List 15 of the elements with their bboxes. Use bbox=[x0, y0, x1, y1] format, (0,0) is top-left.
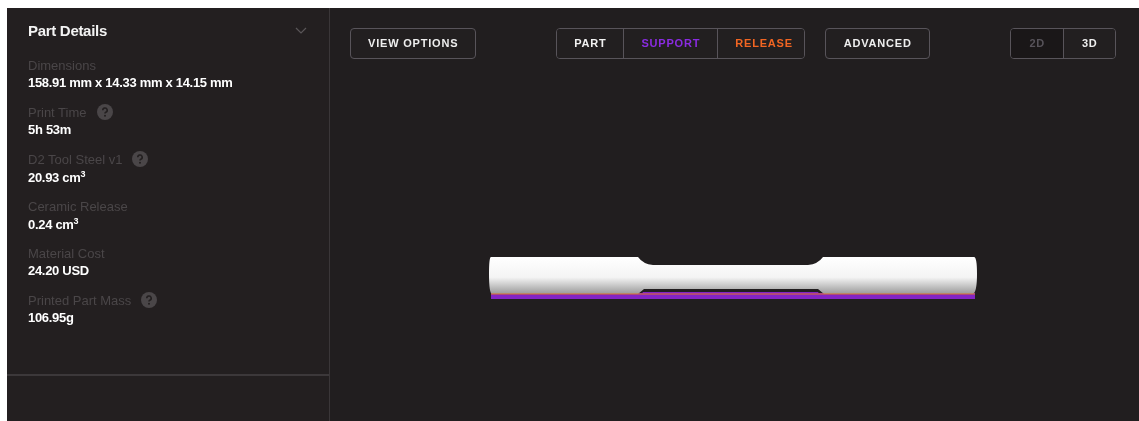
detail-value: 106.95g bbox=[28, 310, 75, 327]
chevron-icon[interactable] bbox=[295, 26, 307, 35]
layer-button[interactable]: RELEASE bbox=[717, 28, 805, 58]
detail-value: 5h 53m bbox=[28, 122, 72, 139]
detail-value: 24.20 USD bbox=[28, 263, 90, 280]
detail-value: 158.91 mm x 14.33 mm x 14.15 mm bbox=[28, 75, 234, 92]
help-icon[interactable] bbox=[141, 292, 158, 308]
view-mode-tab[interactable]: 3D bbox=[1063, 28, 1116, 58]
help-icon[interactable] bbox=[96, 104, 113, 120]
panel-title: Part Details bbox=[28, 22, 107, 39]
view-options-button[interactable]: VIEW OPTIONS bbox=[350, 27, 477, 59]
detail-value: 0.24 cm$^{3}$ bbox=[28, 216, 80, 234]
detail-value: 20.93 cm$^{3}$ bbox=[28, 169, 87, 187]
help-icon[interactable] bbox=[132, 151, 149, 167]
advanced-button[interactable]: ADVANCED bbox=[825, 27, 931, 59]
